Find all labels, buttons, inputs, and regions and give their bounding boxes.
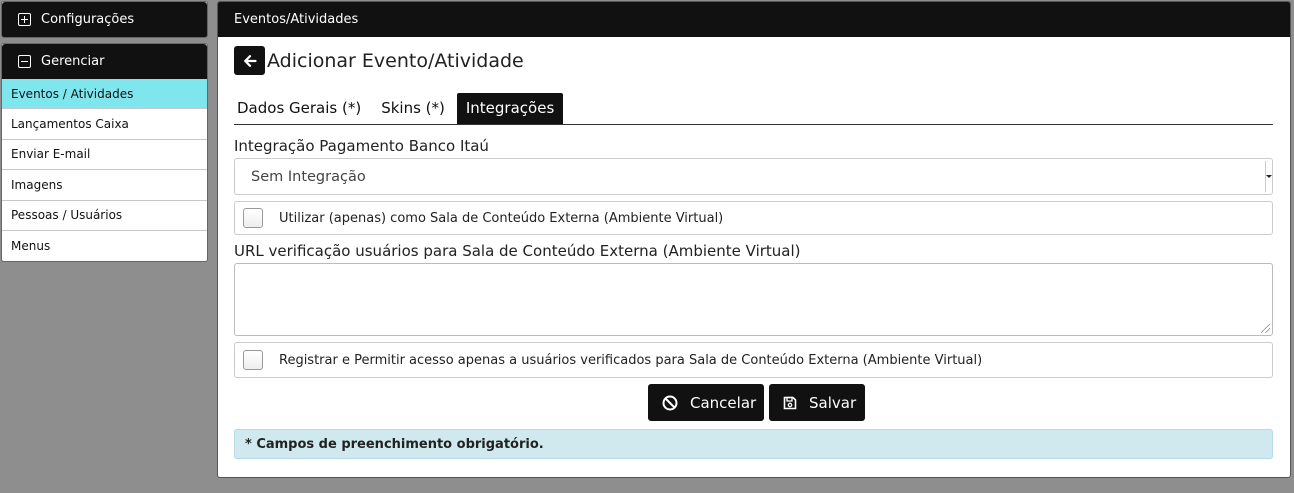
integration-select-value: Sem Integração	[251, 168, 366, 185]
sidebar-item-eventos-atividades[interactable]: Eventos / Atividades	[2, 79, 207, 110]
external-room-row: Utilizar (apenas) como Sala de Conteúdo …	[234, 201, 1273, 235]
sidebar-item-pessoas-usuarios[interactable]: Pessoas / Usuários	[2, 201, 207, 231]
tab-dados-gerais[interactable]: Dados Gerais (*)	[234, 99, 371, 124]
external-room-checkbox[interactable]	[243, 208, 263, 228]
required-fields-note: * Campos de preenchimento obrigatório.	[234, 429, 1273, 459]
tab-skins[interactable]: Skins (*)	[371, 99, 455, 124]
floppy-disk-icon	[783, 396, 797, 410]
configuracoes-panel: Configurações	[1, 1, 208, 38]
integration-label: Integração Pagamento Banco Itaú	[234, 137, 489, 155]
url-textarea[interactable]	[234, 263, 1273, 336]
url-label: URL verificação usuários para Sala de Co…	[234, 242, 801, 260]
gerenciar-header[interactable]: Gerenciar	[2, 44, 207, 79]
register-row: Registrar e Permitir acesso apenas a usu…	[234, 342, 1273, 378]
register-checkbox[interactable]	[243, 350, 263, 370]
integration-select[interactable]: Sem Integração	[234, 158, 1273, 195]
page-title: Adicionar Evento/Atividade	[267, 49, 524, 72]
sidebar-item-enviar-email[interactable]: Enviar E-mail	[2, 140, 207, 171]
save-button[interactable]: Salvar	[769, 384, 865, 421]
gerenciar-panel: Gerenciar Eventos / Atividades Lançament…	[1, 43, 208, 263]
ban-icon	[662, 395, 678, 411]
collapse-minus-icon	[18, 55, 31, 68]
cancel-button[interactable]: Cancelar	[648, 384, 764, 421]
arrow-left-icon	[243, 54, 257, 67]
sidebar-item-imagens[interactable]: Imagens	[2, 170, 207, 201]
sidebar-item-menus[interactable]: Menus	[2, 231, 207, 261]
register-label: Registrar e Permitir acesso apenas a usu…	[279, 352, 983, 368]
main-header: Eventos/Atividades	[218, 2, 1290, 37]
dropdown-caret-icon	[1265, 161, 1272, 192]
resize-grip-icon[interactable]	[1261, 324, 1270, 333]
configuracoes-title: Configurações	[41, 12, 135, 27]
expand-plus-icon	[18, 13, 31, 26]
configuracoes-header[interactable]: Configurações	[2, 2, 207, 37]
main-panel: Eventos/Atividades Adicionar Evento/Ativ…	[217, 1, 1291, 478]
external-room-label: Utilizar (apenas) como Sala de Conteúdo …	[279, 210, 724, 226]
gerenciar-title: Gerenciar	[41, 54, 105, 69]
sidebar-item-lancamentos-caixa[interactable]: Lançamentos Caixa	[2, 109, 207, 140]
tab-integracoes[interactable]: Integrações	[456, 93, 564, 124]
cancel-label: Cancelar	[690, 393, 757, 412]
page-title-row: Adicionar Evento/Atividade	[234, 46, 524, 75]
tab-bar: Dados Gerais (*) Skins (*) Integrações	[234, 93, 1273, 125]
back-button[interactable]	[234, 46, 265, 75]
save-label: Salvar	[809, 393, 857, 412]
